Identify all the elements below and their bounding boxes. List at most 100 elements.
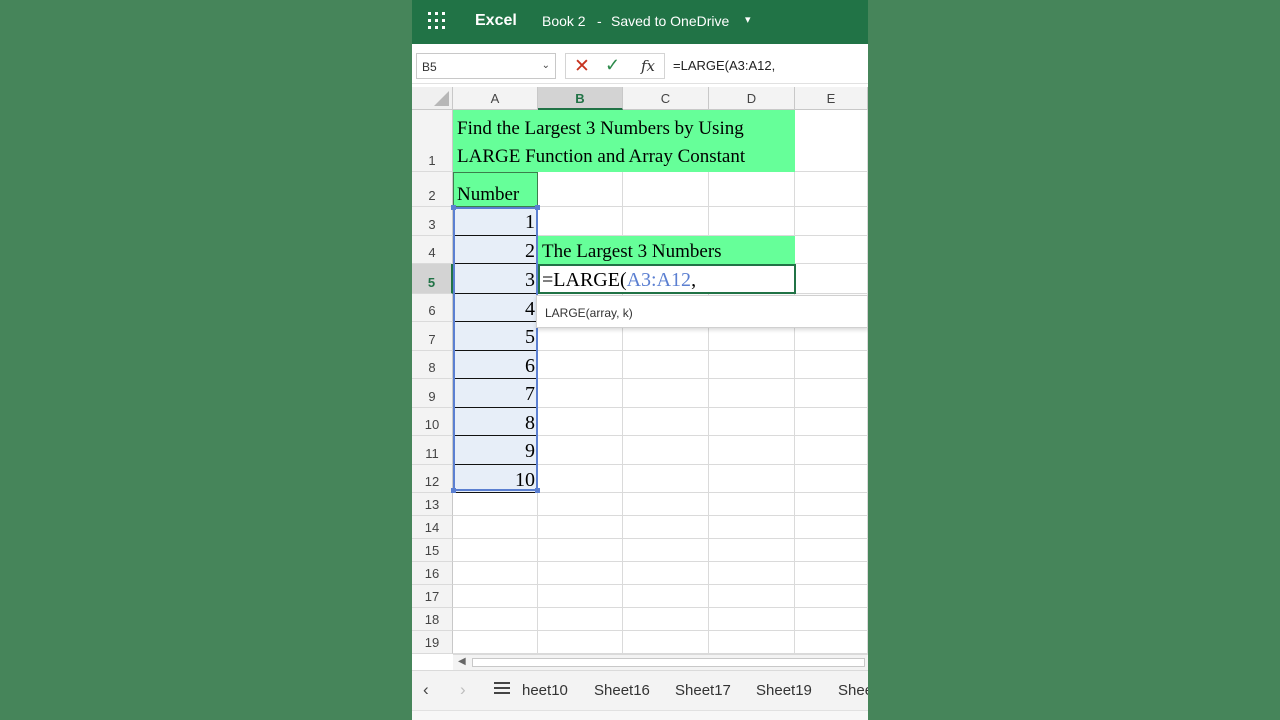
row-header-19[interactable]: 19 bbox=[412, 631, 453, 654]
horizontal-scrollbar[interactable]: ◀ bbox=[453, 654, 868, 670]
row-number: 14 bbox=[424, 520, 440, 535]
enter-icon[interactable]: ✓ bbox=[605, 55, 620, 76]
row-number: 9 bbox=[428, 389, 436, 404]
cell-a6[interactable]: 4 bbox=[453, 294, 538, 322]
row-number: 12 bbox=[424, 474, 440, 489]
row-number: 6 bbox=[428, 303, 436, 318]
sheet-tab[interactable]: Sheet19 bbox=[756, 682, 812, 699]
sheet-tab[interactable]: Shee bbox=[838, 682, 868, 699]
row-header-1[interactable]: 1 bbox=[412, 110, 453, 172]
cell-a7[interactable]: 5 bbox=[453, 322, 538, 351]
row-number: 16 bbox=[424, 566, 440, 581]
cell-a10[interactable]: 8 bbox=[453, 408, 538, 436]
column-gridline bbox=[708, 110, 709, 654]
row-header-17[interactable]: 17 bbox=[412, 585, 453, 608]
column-header-b[interactable]: B bbox=[538, 87, 623, 110]
sheet-tab[interactable]: heet10 bbox=[522, 682, 568, 699]
sheet-tab-bar: ‹ › heet10 Sheet16 Sheet17 Sheet19 Shee bbox=[412, 670, 868, 710]
select-all-button[interactable] bbox=[412, 87, 453, 110]
function-tooltip: LARGE(array, k) bbox=[536, 295, 868, 328]
row-header-15[interactable]: 15 bbox=[412, 539, 453, 562]
formula-range-ref: A3:A12 bbox=[626, 269, 692, 291]
row-number: 13 bbox=[424, 497, 440, 512]
column-gridline bbox=[867, 110, 868, 654]
row-number: 3 bbox=[428, 217, 436, 232]
row-header-4[interactable]: 4 bbox=[412, 236, 453, 264]
formula-actions: ✕ ✓ fx bbox=[565, 53, 665, 79]
scroll-thumb[interactable] bbox=[472, 658, 865, 667]
formula-bar: B5 ⌄ ✕ ✓ fx =LARGE(A3:A12, bbox=[412, 48, 868, 84]
cell-b4-label[interactable]: The Largest 3 Numbers bbox=[538, 236, 795, 264]
cancel-icon[interactable]: ✕ bbox=[574, 55, 590, 78]
cell-a4[interactable]: 2 bbox=[453, 236, 538, 264]
column-gridline bbox=[622, 110, 623, 654]
sheet-tab[interactable]: Sheet16 bbox=[594, 682, 650, 699]
scroll-left-icon[interactable]: ◀ bbox=[458, 656, 466, 667]
status-bar bbox=[412, 710, 868, 720]
row-number: 7 bbox=[428, 332, 436, 347]
row-header-13[interactable]: 13 bbox=[412, 493, 453, 516]
row-header-11[interactable]: 11 bbox=[412, 436, 453, 465]
name-box-value: B5 bbox=[422, 60, 437, 74]
chevron-down-icon[interactable]: ⌄ bbox=[542, 60, 550, 71]
row-number: 1 bbox=[428, 153, 436, 168]
formula-input[interactable]: =LARGE(A3:A12, bbox=[673, 58, 775, 73]
row-gridline bbox=[453, 561, 868, 562]
cell-a11[interactable]: 9 bbox=[453, 436, 538, 465]
save-status[interactable]: Saved to OneDrive bbox=[611, 13, 729, 29]
cell-a12[interactable]: 10 bbox=[453, 465, 538, 493]
app-launcher-icon[interactable] bbox=[428, 12, 448, 32]
row-number: 11 bbox=[425, 446, 439, 461]
cell-a8[interactable]: 6 bbox=[453, 351, 538, 379]
cell-a9[interactable]: 7 bbox=[453, 379, 538, 408]
next-sheet-icon[interactable]: › bbox=[460, 680, 466, 700]
previous-sheet-icon[interactable]: ‹ bbox=[423, 680, 429, 700]
row-gridline bbox=[453, 538, 868, 539]
column-header-d[interactable]: D bbox=[709, 87, 795, 110]
row-number: 10 bbox=[424, 417, 440, 432]
row-header-3[interactable]: 3 bbox=[412, 207, 453, 236]
row-header-9[interactable]: 9 bbox=[412, 379, 453, 408]
insert-function-icon[interactable]: fx bbox=[641, 57, 655, 75]
app-name[interactable]: Excel bbox=[475, 12, 517, 30]
row-header-5[interactable]: 5 bbox=[412, 264, 453, 294]
row-header-18[interactable]: 18 bbox=[412, 608, 453, 631]
cell-a2-header[interactable]: Number bbox=[453, 172, 538, 207]
row-gridline bbox=[453, 515, 868, 516]
row-header-2[interactable]: 2 bbox=[412, 172, 453, 207]
sheet-tab[interactable]: Sheet17 bbox=[675, 682, 731, 699]
row-gridline bbox=[453, 630, 868, 631]
row-header-16[interactable]: 16 bbox=[412, 562, 453, 585]
formula-prefix: =LARGE( bbox=[542, 269, 627, 291]
active-cell-b5[interactable]: =LARGE(A3:A12, bbox=[538, 264, 796, 294]
cell-a1-title[interactable]: Find the Largest 3 Numbers by Using LARG… bbox=[453, 110, 795, 172]
title-separator: - bbox=[597, 13, 602, 29]
row-header-6[interactable]: 6 bbox=[412, 294, 453, 322]
title-bar: Excel Book 2 - Saved to OneDrive ▾ bbox=[412, 0, 868, 44]
row-header-7[interactable]: 7 bbox=[412, 322, 453, 351]
sheet-list-icon[interactable] bbox=[494, 682, 510, 696]
row-gridline bbox=[453, 607, 868, 608]
row-header-10[interactable]: 10 bbox=[412, 408, 453, 436]
column-header-c[interactable]: C bbox=[623, 87, 709, 110]
row-header-8[interactable]: 8 bbox=[412, 351, 453, 379]
spreadsheet-grid: ABCDE 1 2 3 4 5 6 7 8 9 10 11 12 13 14 15 16 17 18 19 Find… bbox=[412, 87, 868, 654]
column-header-a[interactable]: A bbox=[453, 87, 538, 110]
row-number: 8 bbox=[428, 360, 436, 375]
document-title[interactable]: Book 2 bbox=[542, 13, 586, 29]
cell-a3[interactable]: 1 bbox=[453, 207, 538, 236]
column-gridline bbox=[794, 110, 795, 654]
name-box[interactable]: B5 ⌄ bbox=[416, 53, 556, 79]
cell-a5[interactable]: 3 bbox=[453, 264, 538, 294]
row-number: 18 bbox=[424, 612, 440, 627]
row-gridline bbox=[453, 584, 868, 585]
row-number: 15 bbox=[424, 543, 440, 558]
column-header-e[interactable]: E bbox=[795, 87, 868, 110]
row-header-12[interactable]: 12 bbox=[412, 465, 453, 493]
row-number: 19 bbox=[424, 635, 440, 650]
formula-suffix: , bbox=[691, 269, 697, 291]
chevron-down-icon[interactable]: ▾ bbox=[745, 13, 751, 26]
row-number: 17 bbox=[424, 589, 440, 604]
row-number: 5 bbox=[427, 275, 436, 290]
row-header-14[interactable]: 14 bbox=[412, 516, 453, 539]
